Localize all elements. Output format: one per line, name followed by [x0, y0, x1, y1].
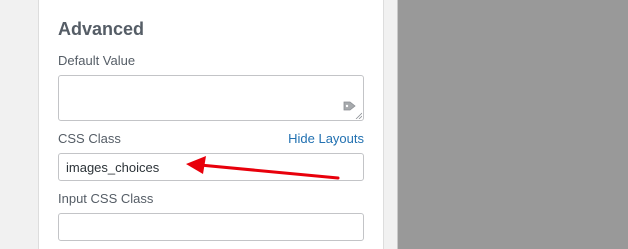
- tag-icon[interactable]: [343, 100, 357, 112]
- panel-divider: [385, 0, 398, 249]
- input-css-class-label: Input CSS Class: [58, 191, 154, 206]
- annotation-arrow-icon: [186, 156, 340, 180]
- default-value-textarea[interactable]: [58, 75, 364, 121]
- section-title: Advanced: [58, 19, 145, 39]
- hide-layouts-link[interactable]: Hide Layouts: [288, 131, 364, 146]
- modal-overlay: [398, 0, 628, 249]
- resize-handle-icon[interactable]: [355, 112, 362, 119]
- input-css-class-input[interactable]: [58, 213, 364, 241]
- left-gutter: [0, 0, 38, 249]
- css-class-label: CSS Class: [58, 131, 121, 146]
- default-value-label: Default Value: [58, 53, 136, 68]
